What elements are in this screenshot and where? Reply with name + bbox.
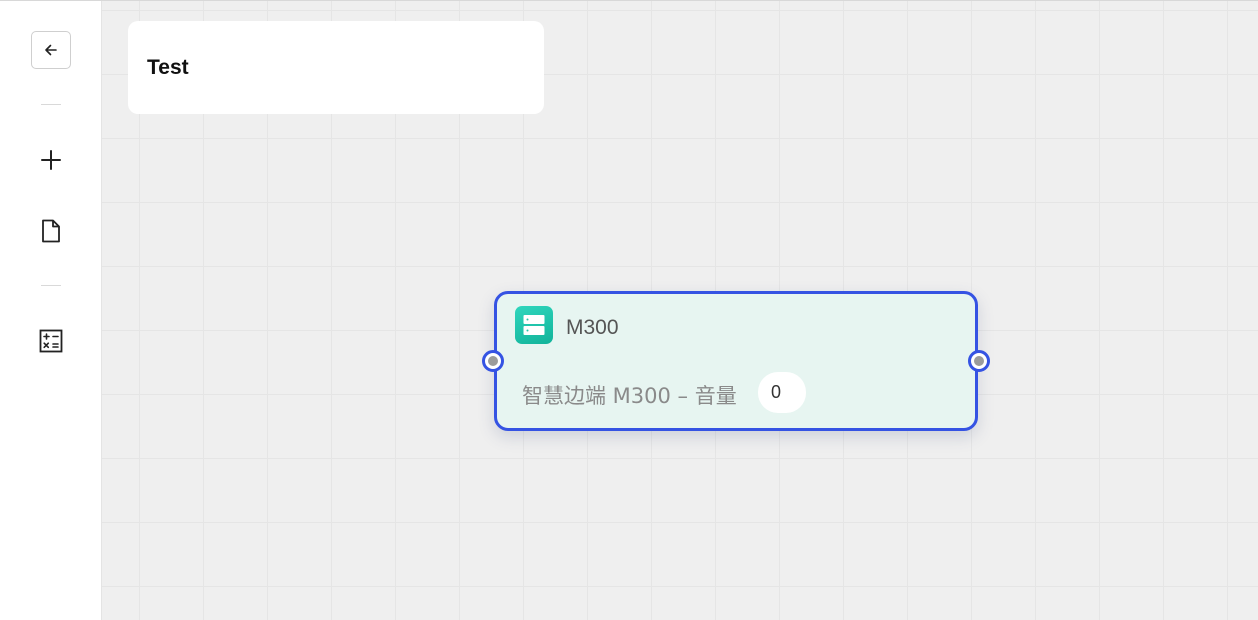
sidebar-divider — [41, 104, 61, 105]
node-icon — [515, 306, 553, 344]
node-title: M300 — [566, 316, 619, 339]
node-description: 智慧边端 M300 – 音量 — [522, 384, 737, 408]
add-button[interactable] — [31, 141, 71, 179]
input-port[interactable] — [482, 350, 504, 372]
calculator-icon — [39, 329, 63, 353]
sidebar — [0, 1, 102, 620]
output-port[interactable] — [968, 350, 990, 372]
file-icon — [42, 219, 60, 243]
node-value: 0 — [758, 372, 806, 413]
plus-icon — [41, 150, 61, 170]
calculator-button[interactable] — [31, 322, 71, 360]
title-card[interactable]: Test — [128, 21, 544, 114]
sidebar-divider — [41, 285, 61, 286]
back-button[interactable] — [31, 31, 71, 69]
device-node[interactable]: M300 智慧边端 M300 – 音量 0 — [482, 291, 990, 431]
server-icon — [523, 315, 545, 335]
file-button[interactable] — [31, 212, 71, 250]
arrow-left-icon — [45, 44, 57, 56]
flow-title: Test — [147, 55, 189, 79]
